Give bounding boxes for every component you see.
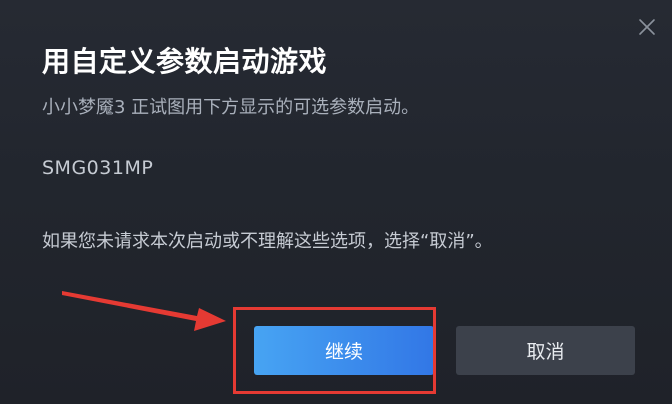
launch-options-dialog: 用自定义参数启动游戏 小小梦魇3 正试图用下方显示的可选参数启动。 SMG031… [0, 0, 672, 404]
cancel-button[interactable]: 取消 [456, 326, 635, 375]
dialog-title: 用自定义参数启动游戏 [42, 45, 328, 78]
dialog-subtitle: 小小梦魇3 正试图用下方显示的可选参数启动。 [42, 97, 420, 118]
close-button[interactable] [636, 16, 658, 38]
notice-text: 如果您未请求本次启动或不理解这些选项，选择“取消”。 [42, 231, 493, 252]
launch-parameters: SMG031MP [42, 157, 154, 179]
continue-button[interactable]: 继续 [254, 326, 434, 375]
close-icon [639, 19, 655, 35]
